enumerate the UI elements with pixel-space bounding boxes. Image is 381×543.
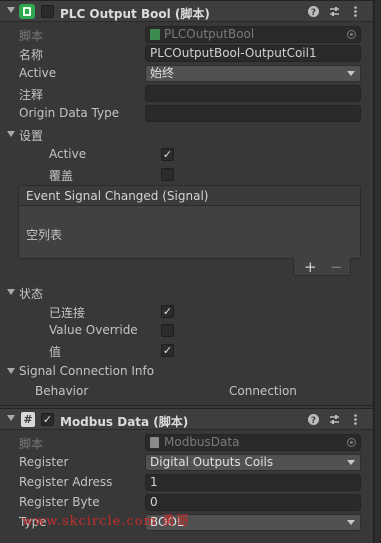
register-address-label: Register Adress bbox=[19, 475, 113, 489]
name-input[interactable]: PLCOutputBool-OutputCoil1 bbox=[145, 45, 361, 62]
component-enabled-checkbox[interactable]: ✓ bbox=[41, 413, 54, 426]
connected-row: 已连接 ✓ bbox=[0, 301, 370, 321]
name-label: 名称 bbox=[19, 48, 44, 62]
override-label: 覆盖 bbox=[49, 169, 74, 183]
settings-active-label: Active bbox=[49, 147, 87, 161]
presets-icon[interactable] bbox=[328, 5, 341, 18]
component-separator bbox=[0, 405, 373, 406]
settings-active-row: Active ✓ bbox=[0, 144, 370, 164]
behavior-column-header: Behavior bbox=[35, 384, 89, 398]
comment-input[interactable] bbox=[145, 85, 361, 102]
more-icon[interactable] bbox=[349, 413, 362, 426]
script-component-icon: # bbox=[21, 412, 35, 427]
settings-foldout[interactable]: 设置 bbox=[0, 124, 370, 144]
foldout-arrow-icon[interactable] bbox=[7, 131, 15, 137]
remove-button[interactable]: − bbox=[330, 258, 343, 276]
svg-text:?: ? bbox=[311, 8, 316, 18]
status-foldout[interactable]: 状态 bbox=[0, 282, 370, 302]
signal-connection-columns: Behavior Connection bbox=[0, 381, 370, 401]
register-row: Register Digital Outputs Coils bbox=[0, 452, 370, 472]
help-icon[interactable]: ? bbox=[307, 413, 320, 426]
chevron-down-icon bbox=[347, 460, 355, 465]
component-icon bbox=[19, 4, 35, 19]
help-icon[interactable]: ? bbox=[307, 5, 320, 18]
override-checkbox[interactable] bbox=[161, 168, 174, 181]
foldout-arrow-icon[interactable] bbox=[7, 289, 15, 295]
status-label: 状态 bbox=[19, 287, 44, 301]
event-signal-changed-list: Event Signal Changed (Signal) 空列表 bbox=[18, 185, 361, 259]
component-title: PLC Output Bool (脚本) bbox=[60, 7, 210, 21]
scrollbar-thumb[interactable] bbox=[375, 0, 380, 543]
foldout-arrow-icon[interactable] bbox=[7, 368, 15, 374]
add-button[interactable]: + bbox=[304, 258, 317, 276]
comment-label: 注释 bbox=[19, 88, 44, 102]
component-title: Modbus Data (脚本) bbox=[60, 415, 189, 429]
override-row: 覆盖 bbox=[0, 164, 370, 184]
event-list-empty-text: 空列表 bbox=[26, 228, 63, 242]
register-byte-row: Register Byte 0 bbox=[0, 492, 370, 512]
connected-label: 已连接 bbox=[49, 306, 86, 320]
value-label: 值 bbox=[49, 345, 62, 359]
settings-active-checkbox[interactable]: ✓ bbox=[161, 148, 174, 161]
active-row: Active 始终 bbox=[0, 63, 370, 83]
value-override-checkbox[interactable] bbox=[161, 324, 174, 337]
watermark-text: www.skcircle.com 勇哥 bbox=[22, 514, 191, 529]
more-icon[interactable] bbox=[349, 5, 362, 18]
foldout-arrow-icon[interactable] bbox=[7, 415, 15, 421]
settings-label: 设置 bbox=[19, 129, 44, 143]
chevron-down-icon bbox=[347, 71, 355, 76]
chevron-down-icon bbox=[347, 520, 355, 525]
foldout-arrow-icon[interactable] bbox=[7, 7, 15, 13]
component-header-modbus-data[interactable]: # ✓ Modbus Data (脚本) ? bbox=[0, 408, 373, 430]
script-row: 脚本 ModbusData bbox=[0, 432, 370, 452]
component-header-plc-output-bool[interactable]: PLC Output Bool (脚本) ? bbox=[0, 0, 373, 22]
register-byte-label: Register Byte bbox=[19, 495, 100, 509]
value-checkbox[interactable]: ✓ bbox=[161, 344, 174, 357]
object-picker-icon[interactable] bbox=[347, 30, 356, 39]
origin-data-type-label: Origin Data Type bbox=[19, 106, 120, 120]
inspector-scrollbar[interactable] bbox=[373, 0, 381, 543]
active-dropdown[interactable]: 始终 bbox=[145, 65, 361, 82]
script-field: ModbusData bbox=[145, 434, 361, 451]
script-row: 脚本 PLCOutputBool bbox=[0, 24, 370, 44]
register-dropdown[interactable]: Digital Outputs Coils bbox=[145, 454, 361, 471]
presets-icon[interactable] bbox=[328, 413, 341, 426]
script-file-icon bbox=[150, 437, 159, 448]
name-row: 名称 PLCOutputBool-OutputCoil1 bbox=[0, 43, 370, 63]
script-label: 脚本 bbox=[19, 437, 44, 451]
value-override-label: Value Override bbox=[49, 323, 138, 337]
svg-text:?: ? bbox=[311, 416, 316, 426]
connection-column-header: Connection bbox=[229, 384, 297, 398]
register-label: Register bbox=[19, 455, 69, 469]
comment-row: 注释 bbox=[0, 83, 370, 103]
connected-checkbox[interactable]: ✓ bbox=[161, 305, 174, 318]
signal-connection-info-foldout[interactable]: Signal Connection Info bbox=[0, 361, 370, 381]
script-field: PLCOutputBool bbox=[145, 26, 361, 43]
origin-data-type-row: Origin Data Type bbox=[0, 103, 370, 123]
event-list-header: Event Signal Changed (Signal) bbox=[19, 186, 360, 206]
component-enabled-checkbox[interactable] bbox=[41, 5, 54, 18]
script-label: 脚本 bbox=[19, 29, 44, 43]
signal-connection-info-label: Signal Connection Info bbox=[19, 364, 155, 378]
value-override-row: Value Override bbox=[0, 320, 370, 340]
event-list-footer: + − bbox=[293, 258, 351, 276]
script-file-icon bbox=[150, 29, 160, 40]
register-address-input[interactable]: 1 bbox=[145, 474, 361, 491]
active-label: Active bbox=[19, 66, 57, 80]
register-byte-input[interactable]: 0 bbox=[145, 494, 361, 511]
register-address-row: Register Adress 1 bbox=[0, 472, 370, 492]
event-list-title: Event Signal Changed (Signal) bbox=[26, 189, 209, 203]
object-picker-icon[interactable] bbox=[347, 438, 356, 447]
value-row: 值 ✓ bbox=[0, 340, 370, 360]
origin-data-type-input[interactable] bbox=[145, 105, 361, 122]
